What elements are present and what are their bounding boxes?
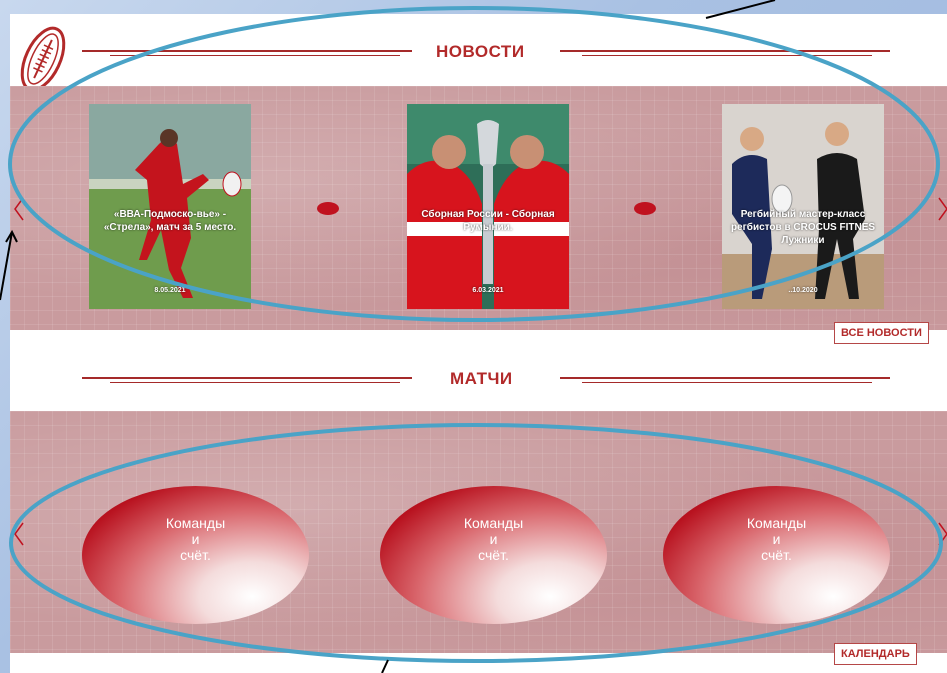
chevron-left-icon[interactable]: [12, 519, 26, 549]
all-news-link[interactable]: ВСЕ НОВОСТИ: [834, 322, 929, 344]
chevron-left-icon[interactable]: [12, 194, 26, 224]
match-card[interactable]: Команды и счёт.: [380, 486, 607, 624]
news-date: 8.05.2021: [154, 287, 186, 294]
match-teams: Команды: [165, 515, 226, 531]
match-and: и: [191, 531, 200, 547]
news-photo: [89, 104, 251, 309]
matches-heading-row: МАТЧИ: [10, 369, 947, 393]
divider: [82, 377, 412, 379]
news-heading: НОВОСТИ: [436, 42, 525, 61]
carousel-separator-dot: [317, 202, 339, 215]
match-label: Команды и счёт.: [663, 515, 890, 563]
divider: [582, 382, 872, 383]
match-label: Команды и счёт.: [82, 515, 309, 563]
chevron-right-icon[interactable]: [936, 194, 947, 224]
match-score: счёт.: [478, 547, 509, 563]
divider: [110, 55, 400, 56]
news-heading-row: НОВОСТИ: [10, 42, 947, 66]
news-card[interactable]: Регбийный мастер-класс регбистов в CROCU…: [722, 104, 884, 309]
news-caption: Регбийный мастер-класс регбистов в CROCU…: [730, 209, 876, 246]
news-date: ..10.2020: [788, 287, 818, 294]
divider: [110, 382, 400, 383]
carousel-separator-dot: [634, 202, 656, 215]
page: НОВОСТИ «ВВА-Подмоско-вье» - «Стрела», м…: [10, 14, 947, 673]
match-score: счёт.: [761, 547, 792, 563]
news-date: 6.03.2021: [472, 287, 504, 294]
news-caption: Сборная России - Сборная Румынии.: [421, 209, 555, 233]
news-caption: «ВВА-Подмоско-вье» - «Стрела», матч за 5…: [103, 209, 237, 233]
divider: [582, 55, 872, 56]
divider: [82, 50, 412, 52]
match-teams: Команды: [746, 515, 807, 531]
chevron-right-icon[interactable]: [936, 519, 947, 549]
news-card[interactable]: Сборная России - Сборная Румынии. 6.03.2…: [407, 104, 569, 309]
news-card[interactable]: «ВВА-Подмоско-вье» - «Стрела», матч за 5…: [89, 104, 251, 309]
match-teams: Команды: [463, 515, 524, 531]
news-photo: [407, 104, 569, 309]
match-label: Команды и счёт.: [380, 515, 607, 563]
match-and: и: [489, 531, 498, 547]
matches-heading: МАТЧИ: [450, 369, 513, 388]
match-card[interactable]: Команды и счёт.: [82, 486, 309, 624]
news-photo: [722, 104, 884, 309]
divider: [560, 50, 890, 52]
match-card[interactable]: Команды и счёт.: [663, 486, 890, 624]
divider: [560, 377, 890, 379]
match-and: и: [772, 531, 781, 547]
match-score: счёт.: [180, 547, 211, 563]
calendar-link[interactable]: КАЛЕНДАРЬ: [834, 643, 917, 665]
